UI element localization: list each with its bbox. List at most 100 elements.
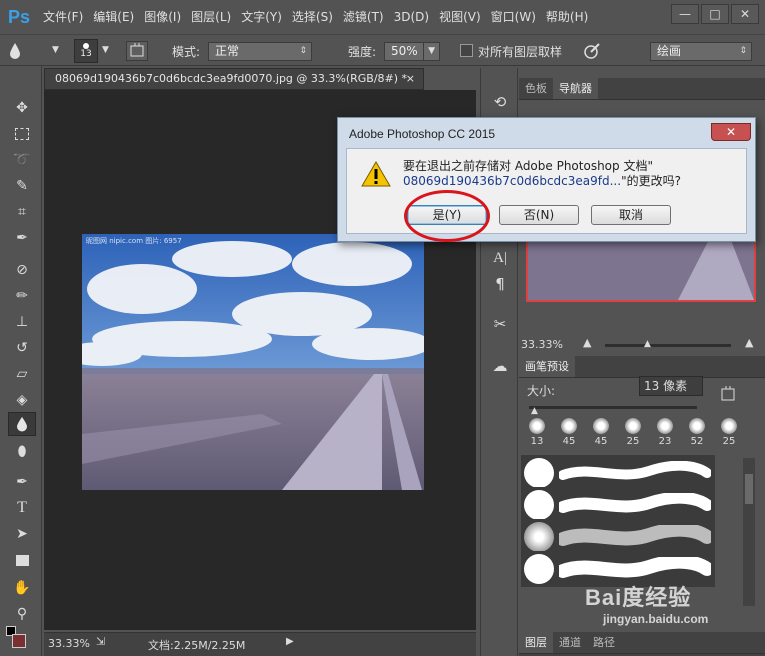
path-selection-tool-icon[interactable]: ➤ — [8, 522, 36, 546]
brush-shape-icon — [524, 458, 554, 488]
menu-view[interactable]: 视图(V) — [434, 0, 486, 34]
minimize-button[interactable]: — — [671, 4, 699, 24]
brush-tip[interactable]: 23 — [652, 418, 678, 447]
document-tab[interactable]: 08069d190436b7c0d6bcdc3ea9fd0070.jpg @ 3… — [44, 68, 424, 90]
tab-channels[interactable]: 通道 — [553, 632, 587, 653]
close-window-button[interactable]: ✕ — [731, 4, 759, 24]
slider-thumb-icon[interactable]: ▲ — [644, 339, 651, 349]
brush-picker-arrow-icon[interactable]: ▼ — [102, 45, 109, 55]
eyedropper-tool-icon[interactable]: ✒ — [8, 226, 36, 250]
brush-tip-size: 52 — [690, 436, 704, 447]
menu-select[interactable]: 选择(S) — [287, 0, 338, 34]
close-tab-icon[interactable]: × — [406, 69, 415, 89]
brush-size-picker[interactable]: 13 — [74, 39, 98, 63]
brush-tip-size: 23 — [658, 436, 672, 447]
tools-panel: ✥ ➰ ✎ ⌗ ✒ ⊘ ✏ ⊥ ↺ ▱ ◈ ⬮ ✒ T ➤ ✋ ⚲ — [0, 66, 42, 656]
blur-tool-icon[interactable] — [8, 41, 22, 61]
rectangle-tool-icon[interactable] — [8, 548, 36, 572]
menu-layer[interactable]: 图层(L) — [186, 0, 236, 34]
brush-size-field[interactable]: 13 像素 — [639, 376, 703, 396]
menu-file[interactable]: 文件(F) — [38, 0, 88, 34]
status-menu-arrow-icon[interactable]: ▶ — [286, 636, 294, 647]
new-brush-preset-icon[interactable] — [719, 386, 739, 404]
dodge-tool-icon[interactable]: ⬮ — [8, 440, 36, 464]
brush-tip[interactable]: 25 — [620, 418, 646, 447]
baidu-jingyan-watermark: Bai度经验 jingyan.baidu.com — [585, 580, 708, 626]
brush-stroke-preview[interactable] — [521, 487, 715, 523]
tab-brush-presets[interactable]: 画笔预设 — [519, 356, 575, 377]
document-tab-title: 08069d190436b7c0d6bcdc3ea9fd0070.jpg @ 3… — [55, 72, 408, 85]
blur-tool-icon[interactable] — [8, 412, 36, 436]
tool-preset-arrow-icon[interactable]: ▼ — [52, 45, 59, 55]
watermark-brand: Bai度经验 — [585, 585, 692, 610]
pressure-brush-icon[interactable] — [582, 41, 602, 61]
brush-tip[interactable]: 45 — [556, 418, 582, 447]
zoom-tool-icon[interactable]: ⚲ — [8, 602, 36, 626]
tool-presets-icon[interactable]: ✂ — [486, 312, 514, 336]
scrollbar-thumb[interactable] — [745, 474, 753, 504]
tab-paths[interactable]: 路径 — [587, 632, 621, 653]
cancel-button[interactable]: 取消 — [591, 205, 671, 225]
libraries-icon[interactable]: ☁ — [486, 354, 514, 378]
brush-tip-size: 45 — [562, 436, 576, 447]
brush-stroke-preview[interactable] — [521, 455, 715, 491]
tab-navigator[interactable]: 导航器 — [553, 78, 598, 99]
history-panel-icon[interactable]: ⟲ — [486, 90, 514, 114]
menu-filter[interactable]: 滤镜(T) — [338, 0, 389, 34]
sample-all-layers-checkbox[interactable] — [460, 44, 473, 57]
background-color-swatch[interactable] — [12, 634, 26, 648]
brush-panel-toggle-icon[interactable] — [126, 41, 148, 61]
menu-3d[interactable]: 3D(D) — [389, 0, 434, 34]
warning-icon — [361, 161, 391, 187]
healing-brush-tool-icon[interactable]: ⊘ — [8, 258, 36, 282]
brush-size-label: 大小: — [527, 384, 556, 398]
slider-thumb-icon[interactable]: ▲ — [531, 406, 538, 416]
zoom-out-icon[interactable]: ▲ — [583, 336, 591, 349]
strength-label: 强度: — [348, 45, 377, 59]
clone-stamp-tool-icon[interactable]: ⊥ — [8, 310, 36, 334]
brush-shape-icon — [524, 554, 554, 584]
type-tool-icon[interactable]: T — [8, 496, 36, 520]
no-button[interactable]: 否(N) — [499, 205, 579, 225]
brush-size-slider[interactable] — [529, 406, 697, 409]
brush-list-scrollbar[interactable] — [743, 458, 755, 606]
history-brush-tool-icon[interactable]: ↺ — [8, 336, 36, 360]
brush-stroke-preview[interactable] — [521, 519, 715, 555]
chevron-down-icon: ▼ — [423, 43, 435, 60]
paint-bucket-tool-icon[interactable]: ◈ — [8, 388, 36, 412]
move-tool-icon[interactable]: ✥ — [8, 96, 36, 120]
pen-tool-icon[interactable]: ✒ — [8, 470, 36, 494]
menu-help[interactable]: 帮助(H) — [541, 0, 593, 34]
lasso-tool-icon[interactable]: ➰ — [8, 148, 36, 172]
marquee-tool-icon[interactable] — [8, 122, 36, 146]
menu-image[interactable]: 图像(I) — [139, 0, 186, 34]
paragraph-panel-icon[interactable]: ¶ — [486, 272, 514, 296]
tab-swatches[interactable]: 色板 — [519, 78, 553, 99]
photoshop-logo: Ps — [7, 6, 31, 27]
zoom-level[interactable]: 33.33% — [48, 637, 90, 650]
character-panel-icon[interactable]: A| — [486, 246, 514, 270]
dialog-close-button[interactable]: ✕ — [711, 123, 751, 141]
quick-select-tool-icon[interactable]: ✎ — [8, 174, 36, 198]
brush-tip[interactable]: 13 — [524, 418, 550, 447]
hand-tool-icon[interactable]: ✋ — [8, 576, 36, 600]
menu-edit[interactable]: 编辑(E) — [88, 0, 139, 34]
eraser-tool-icon[interactable]: ▱ — [8, 362, 36, 386]
mode-dropdown[interactable]: 正常 ⇕ — [208, 42, 312, 61]
tab-layers[interactable]: 图层 — [519, 632, 553, 653]
maximize-button[interactable]: □ — [701, 4, 729, 24]
navigator-zoom-slider[interactable] — [605, 344, 731, 347]
brush-tip[interactable]: 52 — [684, 418, 710, 447]
zoom-in-icon[interactable]: ▲ — [745, 336, 753, 349]
menu-type[interactable]: 文字(Y) — [236, 0, 287, 34]
workspace-dropdown[interactable]: 绘画 ⇕ — [650, 42, 752, 61]
brush-tip[interactable]: 25 — [716, 418, 742, 447]
brush-tip[interactable]: 45 — [588, 418, 614, 447]
mode-label: 模式: — [172, 45, 201, 59]
export-icon[interactable]: ⇲ — [96, 635, 105, 648]
menu-window[interactable]: 窗口(W) — [486, 0, 541, 34]
strength-field[interactable]: 50% ▼ — [384, 42, 440, 61]
brush-tool-icon[interactable]: ✏ — [8, 284, 36, 308]
crop-tool-icon[interactable]: ⌗ — [8, 200, 36, 224]
brush-tip-size: 45 — [594, 436, 608, 447]
